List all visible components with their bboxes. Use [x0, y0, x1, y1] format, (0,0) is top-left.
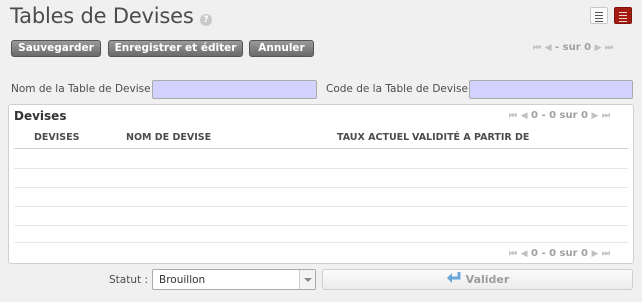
status-select[interactable]: Brouillon [152, 269, 316, 290]
status-value: Brouillon [159, 274, 206, 286]
form-view-icon[interactable] [614, 7, 632, 24]
grid-record-count-bottom: 0 - 0 sur 0 [531, 248, 588, 259]
previous-page-icon[interactable]: ◀ [521, 111, 528, 121]
grid-title: Devises [14, 109, 67, 123]
name-field[interactable] [152, 80, 317, 99]
last-page-icon[interactable]: ⏭ [602, 111, 610, 121]
record-pager: ⏮ ◀ - sur 0 ▶ ⏭ [533, 42, 613, 53]
column-header-validite[interactable]: VALIDITÉ A PARTIR DE [412, 132, 529, 143]
next-record-icon[interactable]: ▶ [595, 43, 602, 53]
grid-pager-bottom: ⏮ ◀ 0 - 0 sur 0 ▶ ⏭ [509, 248, 610, 259]
first-page-icon[interactable]: ⏮ [509, 111, 517, 121]
grid-header: DEVISES NOM DE DEVISE TAUX ACTUEL VALIDI… [14, 129, 628, 149]
code-field[interactable] [469, 80, 633, 99]
column-header-devises[interactable]: DEVISES [34, 132, 79, 143]
first-record-icon[interactable]: ⏮ [533, 43, 541, 53]
empty-row-separator [14, 225, 628, 226]
column-header-nom-devise[interactable]: NOM DE DEVISE [126, 132, 211, 143]
page-title: Tables de Devises [10, 4, 194, 28]
status-label: Statut : [109, 274, 148, 286]
chevron-down-icon[interactable] [299, 270, 315, 289]
list-view-icon[interactable] [590, 7, 608, 24]
record-count: - sur 0 [555, 42, 592, 53]
next-page-icon[interactable]: ▶ [591, 249, 598, 259]
name-label: Nom de la Table de Devise : [11, 83, 158, 95]
previous-record-icon[interactable]: ◀ [545, 43, 552, 53]
last-page-icon[interactable]: ⏭ [602, 249, 610, 259]
cancel-button[interactable]: Annuler [249, 40, 314, 57]
grid-record-count: 0 - 0 sur 0 [531, 110, 588, 121]
last-record-icon[interactable]: ⏭ [605, 43, 613, 53]
save-button[interactable]: Sauvegarder [11, 40, 101, 57]
empty-row-separator [14, 242, 628, 243]
grid-pager: ⏮ ◀ 0 - 0 sur 0 ▶ ⏭ [509, 110, 610, 121]
first-page-icon[interactable]: ⏮ [509, 249, 517, 259]
column-header-taux-actuel[interactable]: TAUX ACTUEL [337, 132, 409, 143]
help-icon[interactable]: ? [200, 14, 212, 26]
validate-label: Valider [465, 273, 510, 286]
empty-row-separator [14, 206, 628, 207]
empty-row-separator [14, 168, 628, 169]
validate-button[interactable]: Valider [322, 269, 633, 290]
empty-row-separator [14, 187, 628, 188]
save-and-edit-button[interactable]: Enregistrer et éditer [108, 40, 243, 57]
currencies-grid: Devises ⏮ ◀ 0 - 0 sur 0 ▶ ⏭ DEVISES NOM … [8, 104, 634, 264]
previous-page-icon[interactable]: ◀ [521, 249, 528, 259]
header: Tables de Devises ? [0, 0, 642, 36]
validate-arrow-icon [446, 272, 461, 283]
code-label: Code de la Table de Devise : [326, 83, 475, 95]
next-page-icon[interactable]: ▶ [591, 111, 598, 121]
